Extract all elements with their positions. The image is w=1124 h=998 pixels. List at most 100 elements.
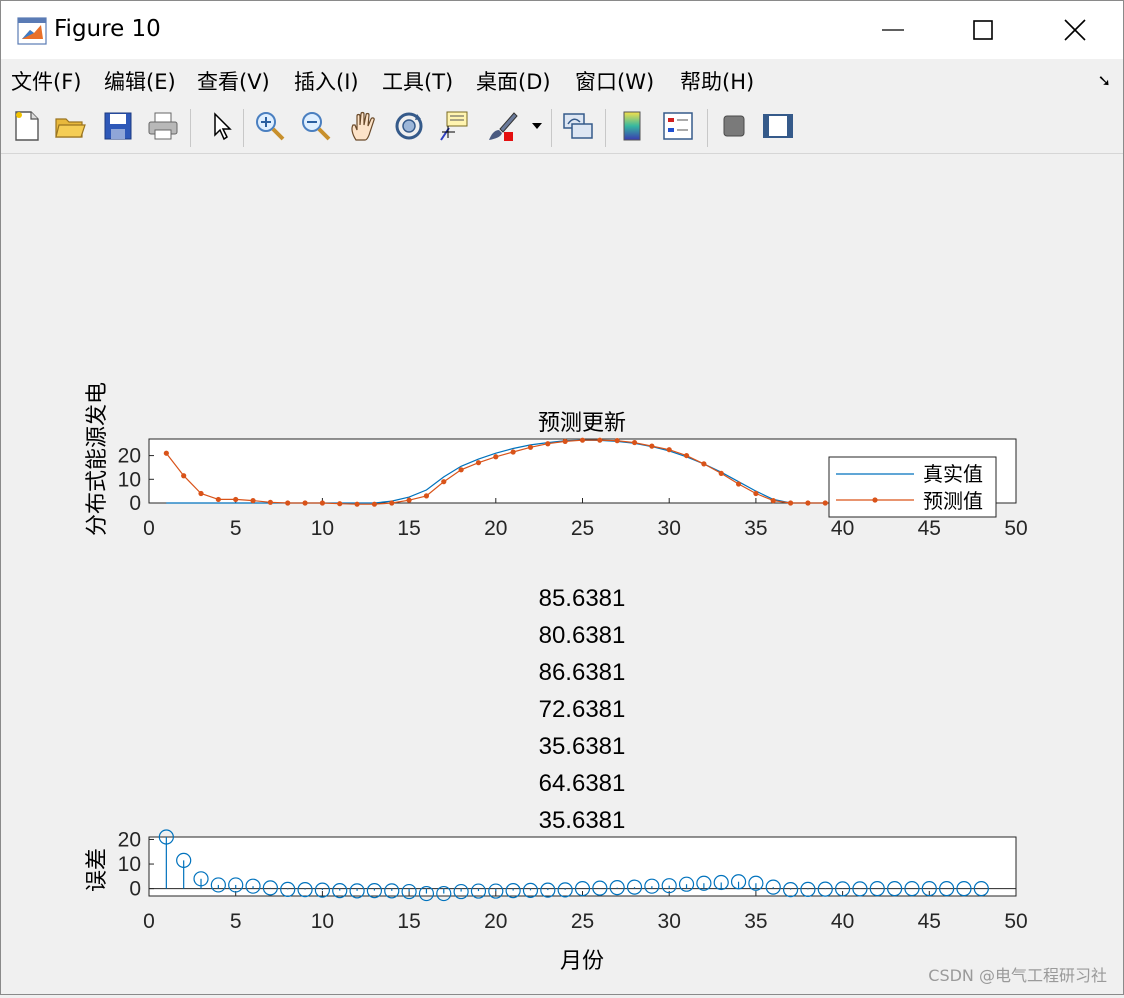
- brush-dropdown-icon[interactable]: [527, 109, 547, 143]
- y-tick-label: 10: [118, 853, 141, 876]
- x-tick-label: 50: [1004, 517, 1027, 540]
- link-icon[interactable]: [561, 109, 595, 143]
- bottom-axes-ylabel: 误差: [84, 848, 109, 892]
- dock-figure-icon[interactable]: ➘: [1098, 71, 1111, 90]
- show-plot-tools-icon[interactable]: [761, 109, 795, 143]
- pred-point: [198, 490, 204, 497]
- value-text: 64.6381: [539, 770, 626, 797]
- pan-icon[interactable]: [346, 109, 380, 143]
- top-axes-ylabel: 分布式能源发电: [84, 382, 109, 536]
- pred-point: [250, 498, 256, 504]
- value-text: 80.6381: [539, 622, 626, 649]
- maximize-button[interactable]: [937, 1, 1029, 59]
- menu-tools[interactable]: 工具(T): [382, 66, 453, 96]
- x-tick-label: 20: [484, 910, 507, 933]
- x-tick-label: 10: [311, 910, 334, 933]
- save-icon[interactable]: [101, 109, 135, 143]
- maximize-icon: [973, 20, 993, 40]
- menu-desktop[interactable]: 桌面(D): [476, 66, 551, 96]
- pred-point: [510, 449, 516, 455]
- x-tick-label: 5: [230, 517, 242, 540]
- y-tick-label: 10: [118, 468, 141, 491]
- top-axes-title: 预测更新: [538, 410, 626, 435]
- pred-point: [458, 467, 464, 473]
- pred-point: [545, 441, 551, 447]
- x-tick-label: 25: [571, 910, 594, 933]
- pred-point: [267, 499, 273, 505]
- zoom-out-icon[interactable]: [299, 109, 333, 143]
- bottom-axes-box: [148, 836, 1017, 897]
- legend-icon[interactable]: [661, 109, 695, 143]
- open-icon[interactable]: [53, 109, 87, 143]
- print-icon[interactable]: [146, 109, 180, 143]
- data-cursor-icon[interactable]: [438, 109, 472, 143]
- legend-pred-label: 预测值: [923, 490, 983, 513]
- brush-icon[interactable]: [485, 109, 519, 143]
- pred-point: [285, 500, 291, 506]
- pointer-icon[interactable]: [203, 109, 237, 143]
- x-tick-label: 30: [658, 910, 681, 933]
- pred-point: [302, 500, 308, 506]
- pred-point: [822, 500, 828, 506]
- x-tick-label: 15: [397, 910, 420, 933]
- toolbar-separator: [551, 109, 552, 147]
- pred-point: [354, 501, 360, 507]
- x-tick-label: 40: [831, 517, 854, 540]
- pred-point: [735, 481, 742, 487]
- pred-point: [233, 496, 239, 503]
- menu-edit[interactable]: 编辑(E): [104, 66, 176, 96]
- menu-insert[interactable]: 插入(I): [294, 66, 359, 96]
- legend-true-label: 真实值: [923, 463, 983, 486]
- pred-point: [406, 497, 412, 503]
- colorbar-icon[interactable]: [615, 109, 649, 143]
- hide-plot-tools-icon[interactable]: [717, 109, 751, 143]
- zoom-in-icon[interactable]: [253, 109, 287, 143]
- pred-point: [666, 447, 672, 453]
- x-tick-label: 45: [918, 910, 941, 933]
- toolbar-separator: [707, 109, 708, 147]
- menu-help[interactable]: 帮助(H): [680, 66, 754, 96]
- close-button[interactable]: [1029, 1, 1121, 59]
- new-figure-icon[interactable]: [9, 109, 43, 143]
- pred-point: [527, 444, 534, 450]
- toolbar: [1, 101, 1123, 154]
- pred-point: [770, 498, 776, 504]
- value-text: 72.6381: [539, 696, 626, 723]
- pred-point: [614, 438, 620, 444]
- x-tick-label: 10: [311, 517, 334, 540]
- pred-point: [805, 500, 811, 506]
- pred-point: [389, 500, 395, 506]
- x-tick-label: 35: [744, 517, 767, 540]
- pred-point: [423, 493, 430, 499]
- x-tick-label: 35: [744, 910, 767, 933]
- x-tick-label: 15: [397, 517, 420, 540]
- bottom-axes-xlabel: 月份: [560, 948, 604, 973]
- menu-bar: 文件(F) 编辑(E) 查看(V) 插入(I) 工具(T) 桌面(D) 窗口(W…: [1, 59, 1123, 101]
- minimize-icon: [882, 29, 904, 31]
- value-text: 85.6381: [539, 585, 626, 612]
- figure-canvas: 预测更新 分布式能源发电 0 5 10 15 20 25 30 35 40 45 50 0 10 20 真…: [1, 154, 1123, 994]
- x-tick-label: 5: [230, 910, 242, 933]
- menu-window[interactable]: 窗口(W): [575, 66, 654, 96]
- title-bar[interactable]: Figure 10: [1, 1, 1123, 59]
- legend[interactable]: 真实值 预测值: [828, 456, 997, 518]
- x-tick-label: 20: [484, 517, 507, 540]
- value-text: 35.6381: [539, 807, 626, 834]
- pred-point: [701, 461, 707, 467]
- figure-window: Figure 10 文件(F) 编辑(E) 查看(V) 插入(I) 工具(T) …: [0, 0, 1124, 995]
- x-tick-label: 30: [658, 517, 681, 540]
- y-tick-label: 0: [129, 492, 141, 515]
- minimize-button[interactable]: [847, 1, 939, 59]
- toolbar-separator: [190, 109, 191, 147]
- x-tick-label: 0: [143, 910, 155, 933]
- toolbar-separator: [605, 109, 606, 147]
- menu-view[interactable]: 查看(V): [197, 66, 270, 96]
- pred-point: [787, 500, 794, 506]
- x-tick-label: 0: [143, 517, 155, 540]
- x-tick-label: 45: [918, 517, 941, 540]
- menu-file[interactable]: 文件(F): [11, 66, 81, 96]
- watermark: CSDN @电气工程研习社: [928, 966, 1107, 985]
- pred-point: [562, 438, 568, 444]
- rotate-icon[interactable]: [392, 109, 426, 143]
- x-tick-label: 25: [571, 517, 594, 540]
